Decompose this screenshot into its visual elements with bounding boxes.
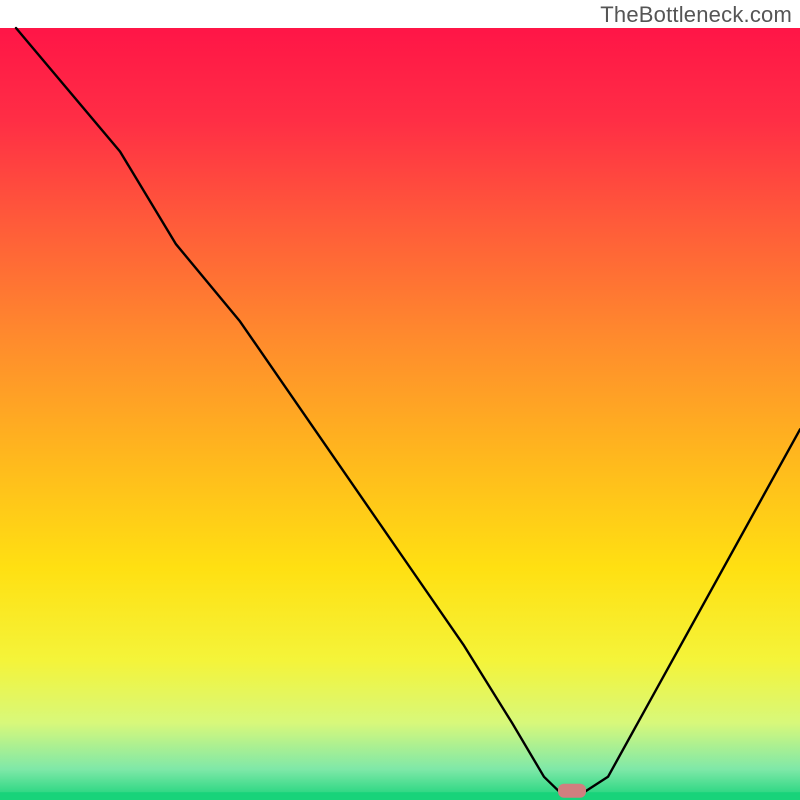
chart-container: TheBottleneck.com bbox=[0, 0, 800, 800]
green-baseline-band bbox=[0, 792, 800, 800]
bottleneck-chart bbox=[0, 0, 800, 800]
gradient-background bbox=[0, 28, 800, 800]
optimal-marker bbox=[558, 784, 586, 798]
watermark-text: TheBottleneck.com bbox=[600, 2, 792, 28]
